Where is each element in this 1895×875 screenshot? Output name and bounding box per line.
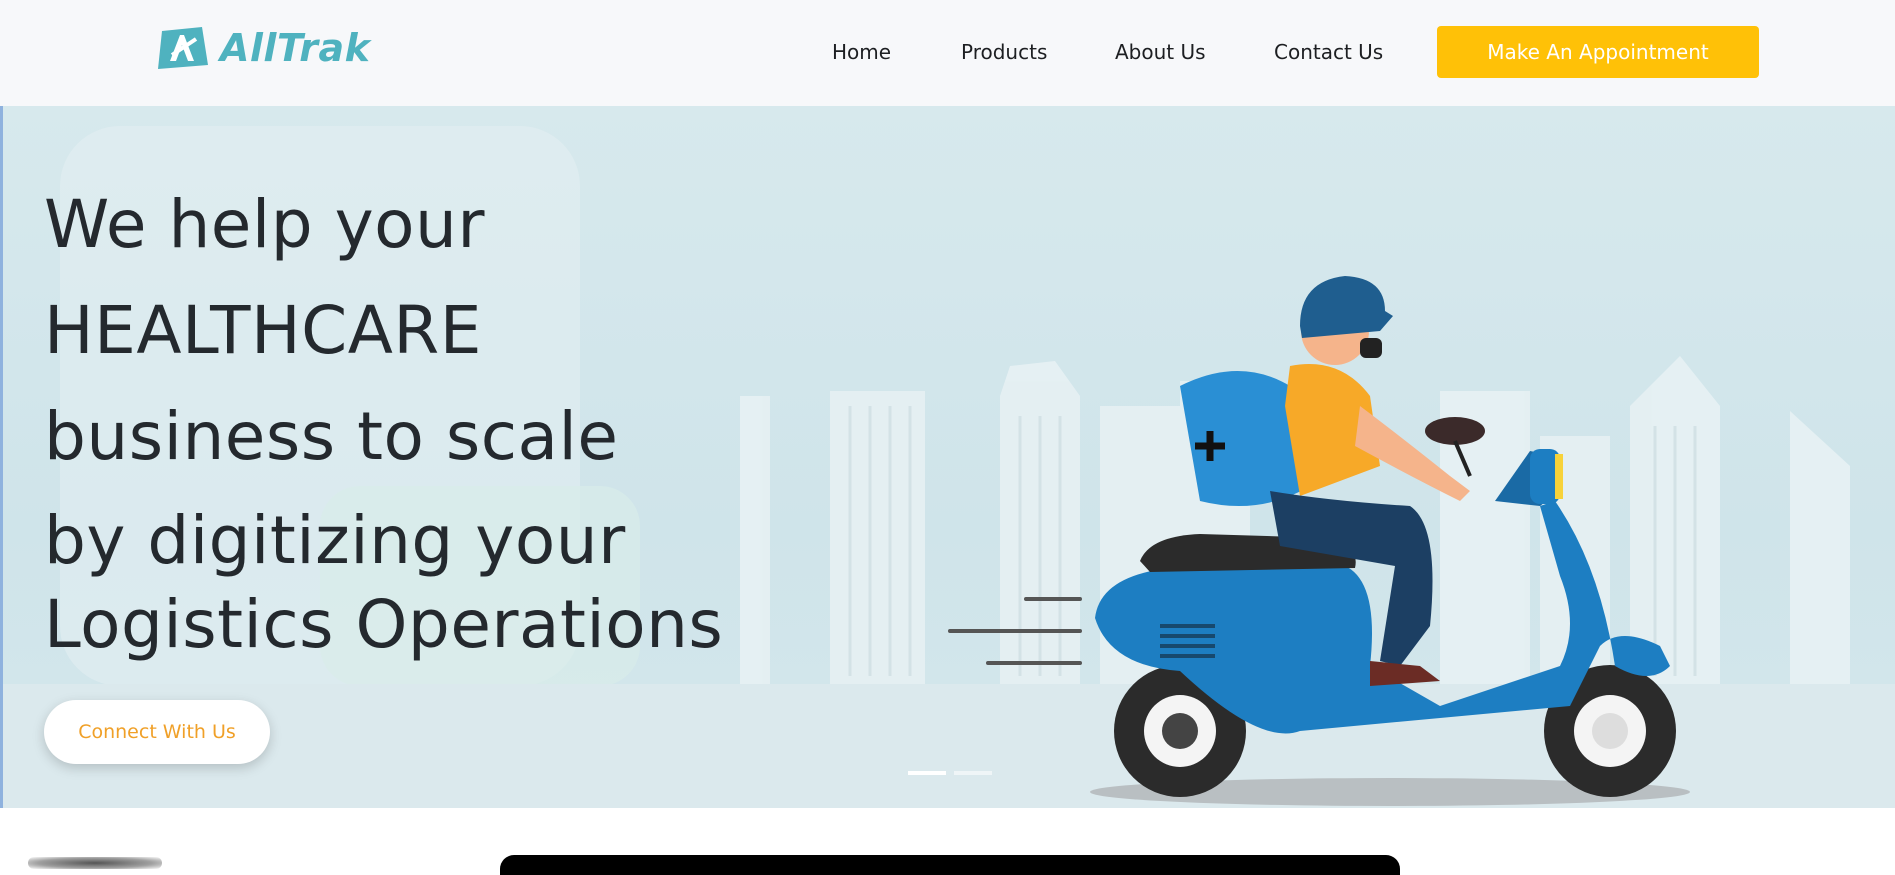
nav-contact-us[interactable]: Contact Us	[1274, 40, 1383, 64]
nav-about-us[interactable]: About Us	[1115, 40, 1206, 64]
carousel-indicator-2[interactable]	[954, 771, 992, 775]
delivery-rider-illustration	[948, 276, 1676, 797]
make-appointment-button[interactable]: Make An Appointment	[1437, 26, 1759, 78]
hero-heading-line-4: by digitizing your	[44, 502, 626, 579]
nav-products[interactable]: Products	[961, 40, 1047, 64]
hero-heading-line-2: HEALTHCARE	[44, 292, 482, 369]
carousel-indicators	[908, 771, 992, 775]
hero-left-edge	[0, 106, 3, 808]
navbar: AllTrak Home Products About Us Contact U…	[0, 0, 1895, 107]
below-fold-media-frame	[500, 855, 1400, 875]
hero-heading-line-5: Logistics Operations	[44, 586, 724, 663]
hero-heading-line-1: We help your	[44, 186, 486, 263]
below-fold-shadow	[28, 857, 162, 869]
connect-with-us-button[interactable]: Connect With Us	[44, 700, 270, 764]
nav-home[interactable]: Home	[832, 40, 891, 64]
hero-heading-line-3: business to scale	[44, 398, 619, 475]
carousel-indicator-1[interactable]	[908, 771, 946, 775]
hero-section: We help your HEALTHCARE business to scal…	[0, 106, 1895, 808]
